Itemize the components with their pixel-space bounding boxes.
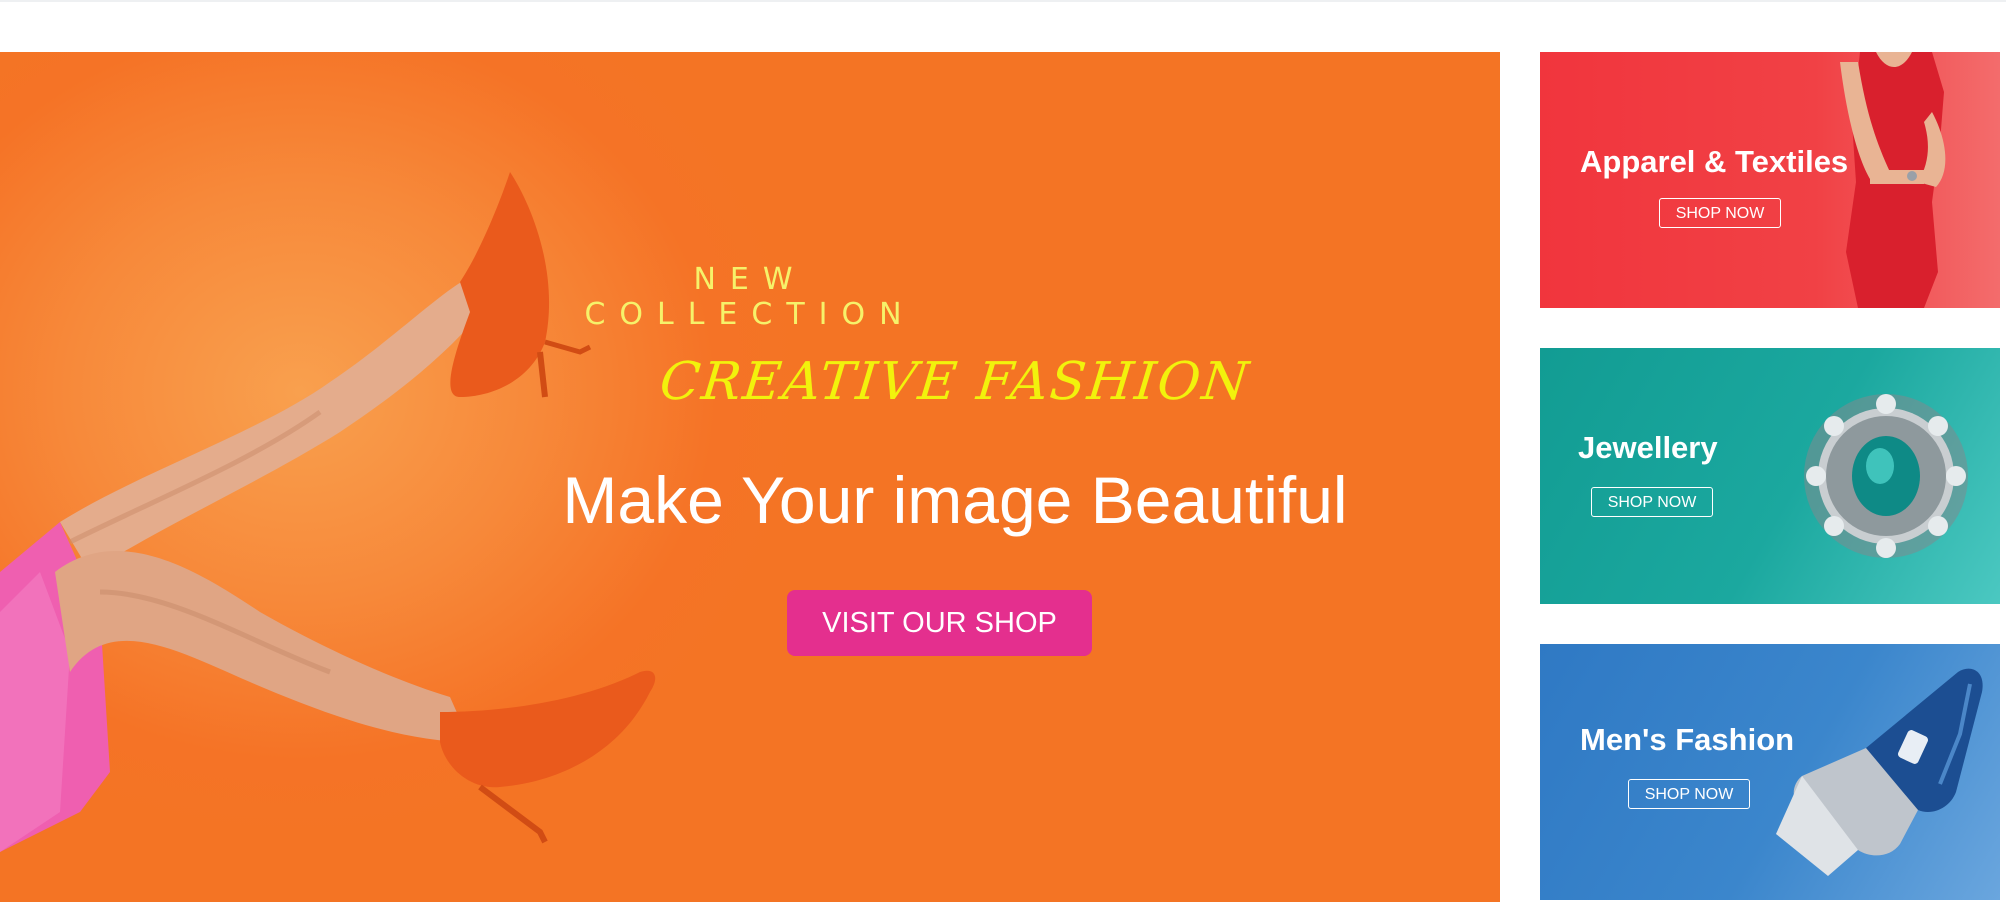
new-collection-tag: NEW COLLECTION (560, 250, 940, 332)
shop-now-button-apparel[interactable]: SHOP NOW (1659, 198, 1781, 228)
banner-jewellery[interactable]: Jewellery SHOP NOW (1540, 348, 2000, 604)
shop-now-button-mens-fashion[interactable]: SHOP NOW (1628, 779, 1750, 809)
visit-shop-button[interactable]: VISIT OUR SHOP (787, 590, 1092, 656)
shop-now-button-jewellery[interactable]: SHOP NOW (1591, 487, 1713, 517)
banner-apparel-textiles[interactable]: Apparel & Textiles SHOP NOW (1540, 52, 2000, 308)
tag-text: NEW COLLECTION (584, 262, 916, 332)
banner-mens-fashion[interactable]: Men's Fashion SHOP NOW (1540, 644, 2000, 900)
banner-title: Men's Fashion (1580, 722, 1795, 757)
hero-subtitle: Make Your image Beautiful (562, 463, 1348, 537)
top-divider (0, 0, 2006, 2)
banner-title: Jewellery (1578, 430, 1718, 465)
banner-title: Apparel & Textiles (1580, 144, 1849, 179)
ring-image (1804, 394, 1968, 558)
hair-trimmer-image (1776, 668, 1983, 876)
hero-banner[interactable]: NEW COLLECTION CREATIVE FASHION Make You… (0, 52, 1500, 902)
woman-red-dress-image (1840, 52, 1946, 308)
hero-title: CREATIVE FASHION (657, 352, 1253, 412)
